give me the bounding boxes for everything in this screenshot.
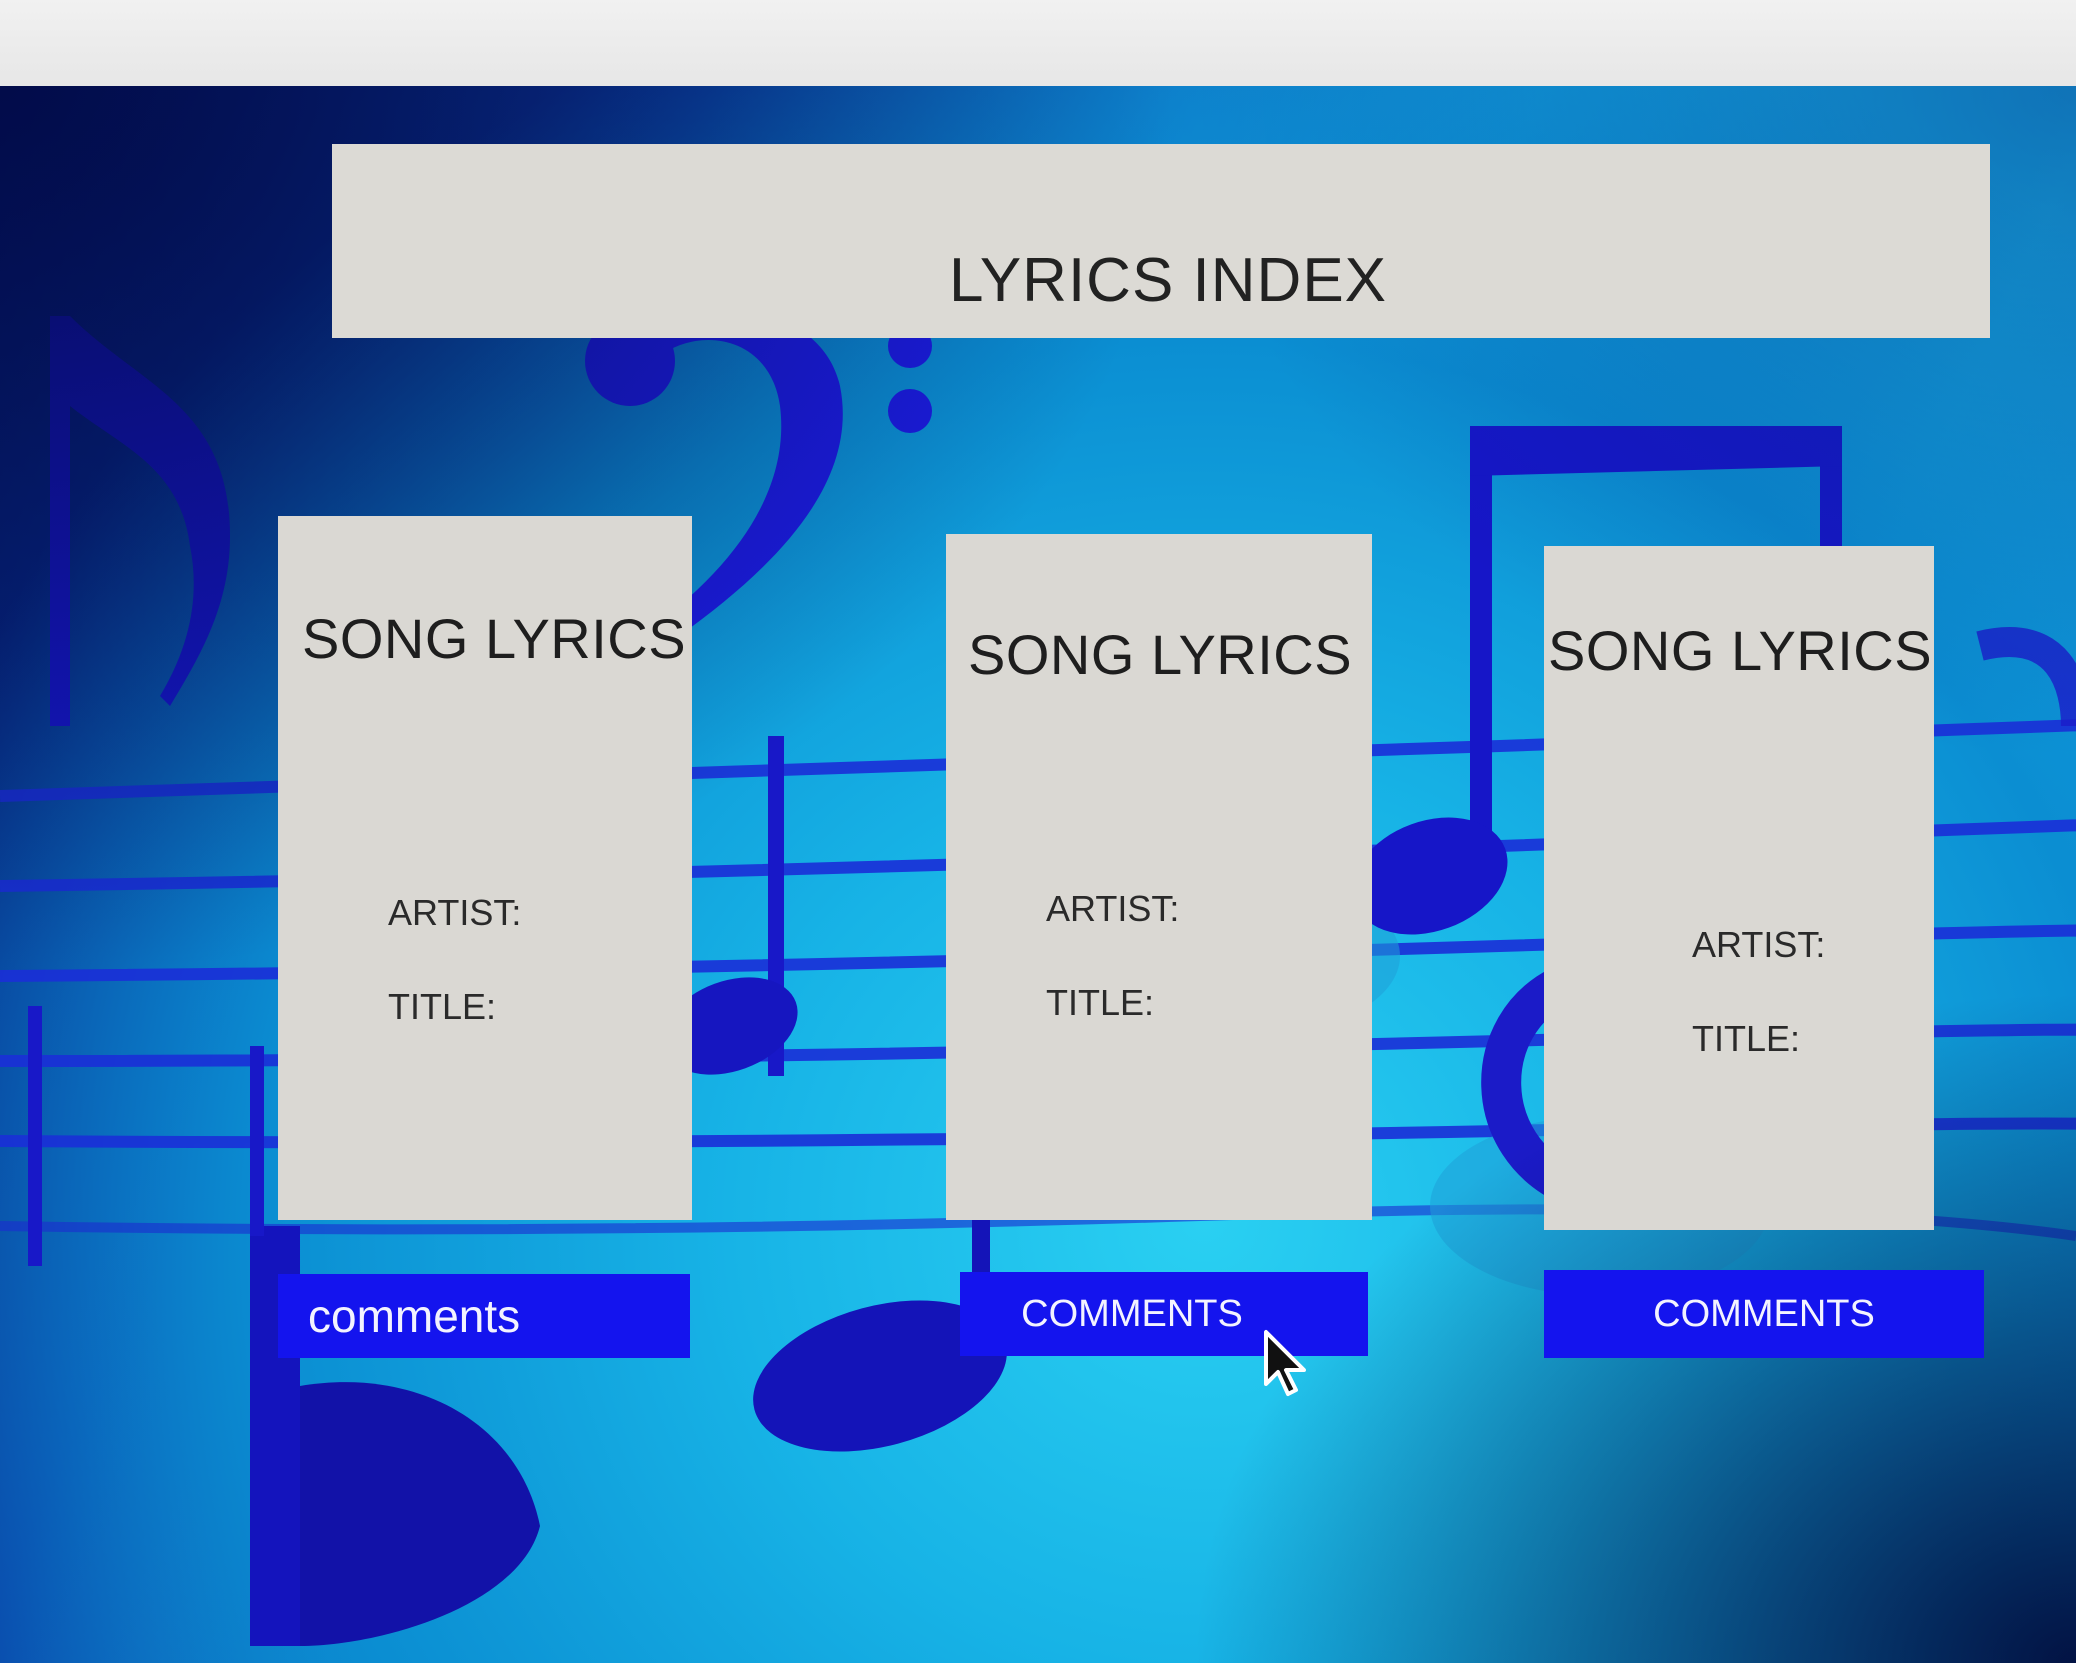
page-title: LYRICS INDEX (948, 246, 1388, 315)
artist-label: ARTIST: (1046, 888, 1180, 929)
song-card[interactable]: SONG LYRICS ARTIST: TITLE: (1544, 546, 1934, 1230)
artist-label: ARTIST: (388, 892, 522, 933)
song-card[interactable]: SONG LYRICS ARTIST: TITLE: (946, 534, 1372, 1220)
song-card-title: SONG LYRICS (1548, 619, 1933, 682)
comments-button[interactable]: comments (278, 1274, 690, 1358)
comments-button[interactable]: COMMENTS (1544, 1270, 1984, 1358)
mouse-pointer-icon (1264, 1330, 1306, 1396)
artist-label: ARTIST: (1692, 924, 1826, 965)
title-label: TITLE: (1046, 982, 1155, 1023)
song-card[interactable]: SONG LYRICS ARTIST: TITLE: (278, 516, 692, 1220)
page-header: LYRICS INDEX (332, 144, 1990, 338)
title-label: TITLE: (1692, 1018, 1801, 1059)
song-card-title: SONG LYRICS (302, 607, 687, 670)
song-card-title: SONG LYRICS (968, 623, 1353, 686)
title-label: TITLE: (388, 986, 497, 1027)
browser-top-strip (0, 0, 2076, 92)
